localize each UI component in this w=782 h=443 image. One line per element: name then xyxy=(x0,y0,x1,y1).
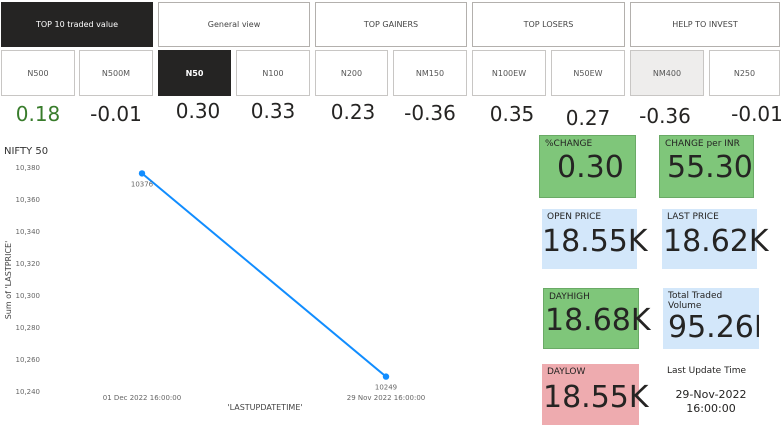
pct-change-label: %CHANGE xyxy=(545,139,593,149)
dayhigh-card: DAYHIGH 18.68K xyxy=(543,288,651,349)
daylow-value: 18.55K xyxy=(543,380,649,415)
index-button-n100[interactable]: N100 xyxy=(236,50,310,96)
index-button-n200[interactable]: N200 xyxy=(315,50,388,96)
index-value-n200: 0.23 xyxy=(330,100,376,124)
change-inr-value: 55.30 xyxy=(667,150,753,185)
series-line xyxy=(141,172,387,378)
last-price-value: 18.62K xyxy=(663,224,769,259)
index-value-n100: 0.33 xyxy=(250,99,296,123)
data-label: 10376 xyxy=(131,180,154,188)
y-tick-label: 10,340 xyxy=(16,228,41,236)
pct-change-value: 0.30 xyxy=(557,150,624,185)
y-tick-label: 10,360 xyxy=(16,196,41,204)
y-tick-label: 10,320 xyxy=(16,260,41,268)
index-value-n500: 0.18 xyxy=(15,102,61,126)
index-value-nm150: -0.36 xyxy=(404,101,456,125)
daylow-card: DAYLOW 18.55K xyxy=(542,364,649,425)
open-price-label: OPEN PRICE xyxy=(547,212,602,222)
index-button-n500[interactable]: N500 xyxy=(1,50,75,96)
index-button-nm400[interactable]: NM400 xyxy=(630,50,704,96)
tab-top-losers[interactable]: TOP LOSERS xyxy=(472,2,625,47)
index-button-n500m[interactable]: N500M xyxy=(79,50,153,96)
index-button-n250[interactable]: N250 xyxy=(709,50,780,96)
index-value-n500m: -0.01 xyxy=(90,102,142,126)
y-tick-label: 10,260 xyxy=(16,356,41,364)
index-value-n100ew: 0.35 xyxy=(489,102,535,126)
index-button-n100ew[interactable]: N100EW xyxy=(472,50,546,96)
line-chart: 10,240 10,260 10,280 10,300 10,320 10,340 10,3… xyxy=(4,164,426,412)
tab-general-view[interactable]: General view xyxy=(158,2,310,47)
open-price-value: 18.55K xyxy=(542,224,648,259)
last-update-card: Last Update Time 29-Nov-2022 16:00:00 xyxy=(662,364,760,425)
y-tick-label: 10,380 xyxy=(16,164,41,172)
data-point[interactable] xyxy=(138,170,146,177)
open-price-card: OPEN PRICE 18.55K xyxy=(542,209,648,269)
last-update-time: 16:00:00 xyxy=(686,402,736,415)
last-update-label: Last Update Time xyxy=(667,366,747,376)
y-tick-label: 10,240 xyxy=(16,388,41,396)
total-volume-value: 95.26M xyxy=(668,310,759,345)
index-value-n250: -0.01 xyxy=(731,102,782,126)
last-update-date: 29-Nov-2022 xyxy=(675,388,747,401)
x-axis-label: 'LASTUPDATETIME' xyxy=(227,403,302,412)
y-tick-label: 10,300 xyxy=(16,292,41,300)
y-tick-label: 10,280 xyxy=(16,324,41,332)
last-price-label: LAST PRICE xyxy=(667,212,719,222)
tab-top-gainers[interactable]: TOP GAINERS xyxy=(315,2,467,47)
total-volume-label: Total Traded Volume xyxy=(668,291,723,311)
tab-top10-traded-value[interactable]: TOP 10 traded value xyxy=(1,2,153,47)
dayhigh-label: DAYHIGH xyxy=(549,292,590,302)
dayhigh-value: 18.68K xyxy=(545,303,651,338)
tab-help-to-invest[interactable]: HELP TO INVEST xyxy=(630,2,780,47)
change-inr-card: CHANGE per INR 55.30 xyxy=(659,135,754,198)
index-button-n50ew[interactable]: N50EW xyxy=(551,50,625,96)
x-tick-label: 01 Dec 2022 16:00:00 xyxy=(103,394,181,402)
y-axis-label: Sum of 'LASTPRICE' xyxy=(4,241,13,320)
data-label: 10249 xyxy=(375,384,397,392)
index-button-n50[interactable]: N50 xyxy=(158,50,231,96)
pct-change-card: %CHANGE 0.30 xyxy=(539,135,636,198)
daylow-label: DAYLOW xyxy=(547,367,586,377)
change-inr-label: CHANGE per INR xyxy=(665,139,740,149)
x-tick-label: 29 Nov 2022 16:00:00 xyxy=(347,394,426,402)
data-point[interactable] xyxy=(382,373,390,380)
index-value-n50: 0.30 xyxy=(175,99,221,123)
index-value-nm400: -0.36 xyxy=(639,104,691,128)
index-button-nm150[interactable]: NM150 xyxy=(393,50,467,96)
index-value-n50ew: 0.27 xyxy=(565,106,611,130)
last-price-card: LAST PRICE 18.62K xyxy=(662,209,769,269)
total-volume-card: Total Traded Volume 95.26M xyxy=(663,288,759,349)
